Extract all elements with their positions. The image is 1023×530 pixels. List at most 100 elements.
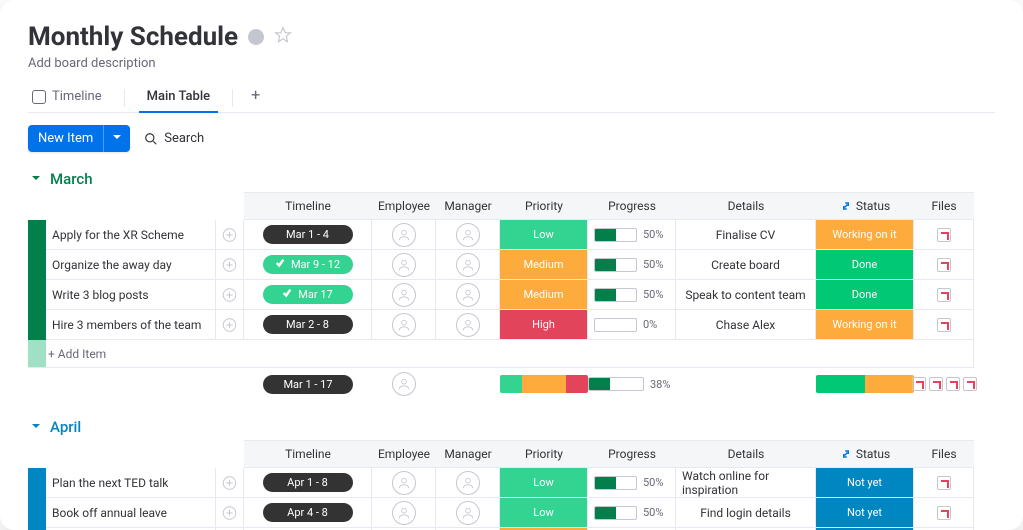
manager-cell[interactable] xyxy=(436,220,500,250)
details-cell[interactable]: Create board xyxy=(676,250,816,280)
employee-cell[interactable] xyxy=(372,280,436,310)
add-subitem-button[interactable] xyxy=(216,220,244,250)
col-priority[interactable]: Priority xyxy=(500,192,588,220)
col-status[interactable]: Status xyxy=(816,192,914,220)
timeline-cell[interactable]: Mar 9 - 12 xyxy=(244,250,372,280)
file-icons[interactable] xyxy=(937,318,951,332)
tab-timeline[interactable]: Timeline xyxy=(28,83,106,112)
details-cell[interactable]: Find login details xyxy=(676,498,816,528)
priority-cell[interactable]: Medium xyxy=(500,280,588,310)
item-name[interactable]: Book off annual leave xyxy=(46,498,216,528)
add-subitem-button[interactable] xyxy=(216,250,244,280)
col-employee[interactable]: Employee xyxy=(372,440,436,468)
priority-cell[interactable]: High xyxy=(500,310,588,340)
priority-cell[interactable]: Medium xyxy=(500,250,588,280)
add-subitem-button[interactable] xyxy=(216,310,244,340)
col-details[interactable]: Details xyxy=(676,440,816,468)
group-header[interactable]: March xyxy=(30,170,995,188)
employee-cell[interactable] xyxy=(372,250,436,280)
group-title: April xyxy=(50,418,81,436)
star-icon[interactable] xyxy=(274,26,292,48)
timeline-cell[interactable]: Mar 17 xyxy=(244,280,372,310)
add-subitem-button[interactable] xyxy=(216,498,244,528)
priority-cell[interactable]: Low xyxy=(500,498,588,528)
details-cell[interactable]: Speak to content team xyxy=(676,280,816,310)
progress-cell[interactable]: 50% xyxy=(588,220,676,250)
col-files[interactable]: Files xyxy=(914,440,974,468)
manager-cell[interactable] xyxy=(436,250,500,280)
new-item-button[interactable]: New Item xyxy=(28,125,130,152)
files-cell[interactable] xyxy=(914,310,974,340)
add-subitem-button[interactable] xyxy=(216,280,244,310)
progress-cell[interactable]: 0% xyxy=(588,310,676,340)
details-cell[interactable]: Chase Alex xyxy=(676,310,816,340)
manager-cell[interactable] xyxy=(436,468,500,498)
item-name[interactable]: Plan the next TED talk xyxy=(46,468,216,498)
files-cell[interactable] xyxy=(914,280,974,310)
item-name[interactable]: Hire 3 members of the team xyxy=(46,310,216,340)
col-timeline[interactable]: Timeline xyxy=(244,440,372,468)
progress-cell[interactable]: 50% xyxy=(588,250,676,280)
add-subitem-button[interactable] xyxy=(216,468,244,498)
progress-cell[interactable]: 50% xyxy=(588,468,676,498)
status-cell[interactable]: Done xyxy=(816,280,914,310)
status-cell[interactable]: Done xyxy=(816,250,914,280)
files-cell[interactable] xyxy=(914,498,974,528)
row-color-bar xyxy=(28,220,46,250)
col-priority[interactable]: Priority xyxy=(500,440,588,468)
search-button[interactable]: Search xyxy=(144,131,204,146)
group-header[interactable]: April xyxy=(30,418,995,436)
progress-cell[interactable]: 50% xyxy=(588,498,676,528)
item-name[interactable]: Organize the away day xyxy=(46,250,216,280)
board-subtitle[interactable]: Add board description xyxy=(28,56,995,71)
col-files[interactable]: Files xyxy=(914,192,974,220)
status-cell[interactable]: Not yet xyxy=(816,468,914,498)
priority-cell[interactable]: Low xyxy=(500,220,588,250)
timeline-cell[interactable]: Apr 1 - 8 xyxy=(244,468,372,498)
row-color-bar xyxy=(28,310,46,340)
file-icon xyxy=(929,377,943,391)
timeline-cell[interactable]: Mar 2 - 8 xyxy=(244,310,372,340)
file-icons[interactable] xyxy=(937,288,951,302)
status-cell[interactable]: Working on it xyxy=(816,310,914,340)
info-icon[interactable] xyxy=(248,29,264,45)
col-progress[interactable]: Progress xyxy=(588,440,676,468)
employee-cell[interactable] xyxy=(372,498,436,528)
file-icons[interactable] xyxy=(937,476,951,490)
employee-cell[interactable] xyxy=(372,468,436,498)
timeline-cell[interactable]: Mar 1 - 4 xyxy=(244,220,372,250)
person-icon xyxy=(456,471,480,495)
chevron-down-icon[interactable] xyxy=(103,125,130,152)
manager-cell[interactable] xyxy=(436,498,500,528)
files-cell[interactable] xyxy=(914,250,974,280)
file-icons[interactable] xyxy=(937,228,951,242)
progress-cell[interactable]: 50% xyxy=(588,280,676,310)
employee-cell[interactable] xyxy=(372,220,436,250)
col-timeline[interactable]: Timeline xyxy=(244,192,372,220)
col-progress[interactable]: Progress xyxy=(588,192,676,220)
col-manager[interactable]: Manager xyxy=(436,440,500,468)
status-cell[interactable]: Working on it xyxy=(816,220,914,250)
details-cell[interactable]: Watch online for inspiration xyxy=(676,468,816,498)
priority-cell[interactable]: Low xyxy=(500,468,588,498)
item-name[interactable]: Apply for the XR Scheme xyxy=(46,220,216,250)
files-cell[interactable] xyxy=(914,468,974,498)
files-cell[interactable] xyxy=(914,220,974,250)
file-icons[interactable] xyxy=(937,258,951,272)
status-cell[interactable]: Not yet xyxy=(816,498,914,528)
manager-cell[interactable] xyxy=(436,310,500,340)
timeline-cell[interactable]: Apr 4 - 8 xyxy=(244,498,372,528)
manager-cell[interactable] xyxy=(436,280,500,310)
file-icons[interactable] xyxy=(912,377,977,391)
item-name[interactable]: Write 3 blog posts xyxy=(46,280,216,310)
col-manager[interactable]: Manager xyxy=(436,192,500,220)
tab-main-table[interactable]: Main Table xyxy=(143,83,215,112)
col-employee[interactable]: Employee xyxy=(372,192,436,220)
row-color-bar xyxy=(28,280,46,310)
details-cell[interactable]: Finalise CV xyxy=(676,220,816,250)
col-details[interactable]: Details xyxy=(676,192,816,220)
col-status[interactable]: Status xyxy=(816,440,914,468)
add-tab-button[interactable]: + xyxy=(251,85,260,110)
employee-cell[interactable] xyxy=(372,310,436,340)
file-icons[interactable] xyxy=(937,506,951,520)
